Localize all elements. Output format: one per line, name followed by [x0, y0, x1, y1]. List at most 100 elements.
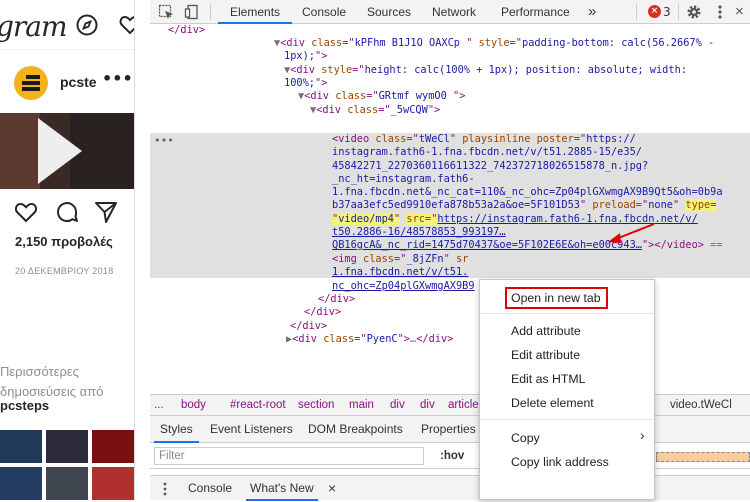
menu-item-copy[interactable]: Copy [511, 428, 540, 448]
dom-line[interactable]: 1px);"> [150, 50, 750, 63]
dom-line[interactable]: <img class="_8jZFn" sr [150, 253, 750, 266]
instagram-logo[interactable]: gram [0, 10, 68, 43]
dom-line[interactable]: 45842271_2270360116611322_74237271802651… [150, 160, 750, 173]
dom-line[interactable]: 100%;"> [150, 77, 750, 90]
dom-token: QB16gcA&_nc_rid=1475d70437&oe=5F102E6E&o… [332, 239, 642, 251]
post-video[interactable] [0, 113, 134, 189]
dom-token: style [478, 37, 510, 49]
tab-performance[interactable]: Performance [501, 0, 570, 24]
avatar[interactable] [14, 66, 48, 100]
thumbnail[interactable] [0, 430, 42, 463]
breadcrumb-item[interactable]: body [181, 395, 206, 415]
device-toolbar-icon[interactable] [184, 4, 200, 24]
menu-item-edit-as-html[interactable]: Edit as HTML [511, 369, 585, 389]
tab-network[interactable]: Network [432, 0, 476, 24]
dom-line[interactable]: _nc_ht=instagram.fath6- [150, 173, 750, 186]
compass-icon[interactable] [76, 14, 98, 40]
drawer-close-icon[interactable]: × [328, 476, 336, 501]
menu-item-copy-link-address[interactable]: Copy link address [511, 452, 609, 472]
breadcrumb-item[interactable]: section [298, 395, 334, 415]
filter-input[interactable]: Filter [154, 447, 424, 465]
dom-line[interactable]: 1.fna.fbcdn.net/v/t51. [150, 266, 750, 279]
error-count[interactable]: 3 [663, 0, 671, 24]
tab-sources[interactable]: Sources [367, 0, 411, 24]
drawer-menu-icon[interactable] [162, 481, 168, 502]
breadcrumb-item[interactable]: video.tWeCl [670, 395, 732, 415]
dom-line[interactable]: ▼<div class="_5wCQW"> [150, 104, 750, 117]
dom-token: t50.2886-16/48578853_993197… [332, 226, 506, 238]
dom-line[interactable]: ▶<div class="PyenC">…</div> [150, 333, 750, 346]
dom-line[interactable]: QB16gcA&_nc_rid=1475d70437&oe=5F102E6E&o… [150, 239, 750, 252]
dom-token: GRtmf wymO0 [378, 90, 454, 102]
thumbnail[interactable] [0, 467, 42, 500]
tab-properties[interactable]: Properties [421, 416, 476, 443]
dom-line[interactable]: "video/mp4" src="https://instagram.fath6… [150, 213, 750, 226]
gear-icon[interactable] [686, 4, 702, 24]
breadcrumb: ... body #react-root section main div div artic… [150, 394, 750, 416]
box-model-preview [656, 452, 750, 462]
dom-line[interactable]: <video class="tWeCl" playsinline poster=… [150, 133, 750, 146]
drawer-tab-whats-new[interactable]: What's New [246, 476, 318, 501]
more-posts-user[interactable]: pcsteps [0, 398, 49, 413]
tab-dom-breakpoints[interactable]: DOM Breakpoints [308, 416, 403, 443]
thumbnail[interactable] [46, 430, 88, 463]
breadcrumb-item[interactable]: div [420, 395, 435, 415]
drawer-tab-console[interactable]: Console [188, 476, 232, 501]
breadcrumb-item[interactable]: div [390, 395, 405, 415]
dom-token: =" [366, 90, 379, 102]
dom-line[interactable]: ▼<div style="height: calc(100% + 1px); p… [150, 64, 750, 77]
dom-token: </div> [168, 24, 206, 36]
tab-event-listeners[interactable]: Event Listeners [210, 416, 293, 443]
dom-line[interactable]: 1.fna.fbcdn.net&_nc_cat=110&_nc_ohc=Zp04… [150, 186, 750, 199]
post-header: pcste ••• [14, 66, 134, 100]
hover-state-toggle[interactable]: :hov [440, 443, 464, 469]
tab-styles[interactable]: Styles [154, 416, 199, 443]
menu-item-delete-element[interactable]: Delete element [511, 393, 594, 413]
thumbnail[interactable] [46, 467, 88, 500]
share-icon[interactable] [94, 200, 118, 228]
dom-token: https:// [586, 133, 636, 145]
dom-line[interactable]: instagram.fath6-1.fna.fbcdn.net/v/t51.28… [150, 146, 750, 159]
play-icon[interactable] [34, 116, 84, 189]
dom-line[interactable]: </div> [150, 24, 750, 37]
tab-console[interactable]: Console [302, 0, 346, 24]
dom-line[interactable]: </div> [150, 306, 750, 319]
dom-line[interactable]: nc_ohc=Zp04plGXwmgAX9B9 3"> [150, 280, 750, 293]
error-icon[interactable]: × [648, 5, 661, 18]
dom-token: playsinline poster [462, 133, 574, 145]
dom-token: <video [332, 133, 376, 145]
breadcrumb-item[interactable]: main [349, 395, 374, 415]
menu-item-open-in-new-tab[interactable]: Open in new tab [511, 288, 601, 308]
dom-token: preload [592, 199, 636, 211]
breadcrumb-item[interactable]: article [448, 395, 479, 415]
comment-icon[interactable] [55, 200, 79, 228]
like-icon[interactable] [14, 200, 38, 228]
dom-tree[interactable]: ••• </div> ▼<div class="kPFhm B1J1O OAXCp… [150, 24, 750, 394]
dom-token: =" [354, 333, 367, 345]
dom-token: =" [352, 64, 365, 76]
dom-token: b37aa3efc5ed9910efa878b53a2a&oe=5F101D53 [332, 199, 580, 211]
dom-line[interactable]: ▼<div class="GRtmf wymO0 "> [150, 90, 750, 103]
breadcrumb-item[interactable]: #react-root [230, 395, 286, 415]
dom-line[interactable]: </div> [150, 293, 750, 306]
more-options-icon[interactable]: ••• [102, 69, 133, 88]
inspect-icon[interactable] [158, 4, 174, 24]
dom-token: "> [427, 104, 441, 116]
dom-token: =" [635, 199, 649, 211]
dom-line[interactable]: ▼<div class="kPFhm B1J1O OAXCp " style="… [150, 37, 750, 50]
kebab-icon[interactable] [712, 4, 728, 24]
close-icon[interactable]: × [735, 0, 744, 24]
post-username[interactable]: pcste [60, 74, 97, 90]
menu-item-add-attribute[interactable]: Add attribute [511, 321, 581, 341]
breadcrumb-item[interactable]: ... [154, 395, 164, 415]
more-tabs-icon[interactable]: » [588, 0, 596, 24]
thumbnail[interactable] [92, 467, 134, 500]
dom-line[interactable]: b37aa3efc5ed9910efa878b53a2a&oe=5F101D53… [150, 199, 750, 212]
dom-line[interactable]: </div> [150, 320, 750, 333]
tab-elements[interactable]: Elements [218, 0, 293, 24]
heart-icon[interactable] [119, 14, 134, 40]
dom-line[interactable]: t50.2886-16/48578853_993197… [150, 226, 750, 239]
thumbnail[interactable] [92, 430, 134, 463]
menu-item-edit-attribute[interactable]: Edit attribute [511, 345, 580, 365]
post-date: 20 ΔΕΚΕΜΒΡΙΟΥ 2018 [15, 266, 114, 276]
